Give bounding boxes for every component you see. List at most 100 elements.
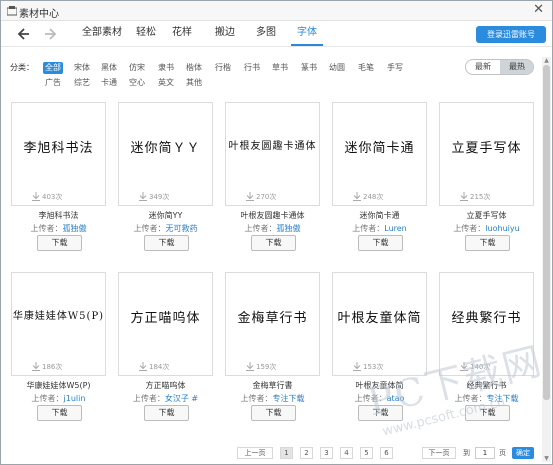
font-preview[interactable]: 金梅草行书 159次 [225, 272, 320, 376]
font-preview[interactable]: 立夏手写体 215次 [439, 102, 534, 206]
font-preview[interactable]: 叶根友童体简 153次 [332, 272, 427, 376]
uploader-name[interactable]: j1ulin [64, 394, 86, 403]
uploader-label: 上传者： [133, 224, 166, 233]
font-preview[interactable]: 华康娃娃体W5(P) 186次 [11, 272, 106, 376]
uploader-label: 上传者： [132, 394, 165, 403]
pagination-page[interactable]: 5 [360, 447, 373, 459]
uploader-name[interactable]: atao [387, 394, 405, 403]
uploader-name[interactable]: luohuiyu [485, 224, 519, 233]
category-fangsong[interactable]: 仿宋 [127, 62, 147, 74]
sort-hottest-button[interactable]: 最热 [500, 60, 533, 74]
uploader-name[interactable]: 专注下载 [487, 394, 519, 403]
download-button[interactable]: 下载 [465, 405, 510, 421]
category-lishu[interactable]: 隶书 [156, 62, 176, 74]
category-caoshu[interactable]: 草书 [270, 62, 290, 74]
uploader-name[interactable]: Luren [384, 224, 407, 233]
font-preview[interactable]: 迷你简ＹＹ 349次 [118, 102, 213, 206]
goto-page-input[interactable]: 1 [475, 447, 495, 459]
pagination-page[interactable]: 1 [280, 447, 293, 459]
tab-relaxed[interactable]: 轻松 [133, 21, 159, 46]
goto-confirm-button[interactable]: 确定 [512, 447, 534, 459]
download-count: 184次 [149, 363, 170, 371]
category-youyuan[interactable]: 幼圆 [327, 62, 347, 74]
download-count: 159次 [256, 363, 277, 371]
category-heiti[interactable]: 黑体 [99, 62, 119, 74]
close-icon[interactable]: ✕ [533, 3, 544, 17]
download-button[interactable]: 下载 [465, 235, 510, 251]
category-all[interactable]: 全部 [43, 62, 63, 74]
pagination-next[interactable]: 下一页 [422, 447, 456, 459]
uploader-name[interactable]: 专注下载 [273, 394, 305, 403]
download-count: 248次 [363, 193, 384, 201]
pagination-prev[interactable]: 上一页 [237, 447, 273, 459]
download-button[interactable]: 下载 [251, 235, 296, 251]
pagination-page[interactable]: 6 [380, 447, 393, 459]
download-count-icon [139, 192, 147, 201]
category-xingshu[interactable]: 行书 [242, 62, 262, 74]
font-uploader: 上传者：Luren [332, 223, 427, 234]
forward-arrow-icon[interactable] [42, 26, 58, 42]
top-navigation: 全部素材 轻松 花样 搬边 多图 字体 登录迅雷账号 [1, 21, 552, 47]
font-uploader: 上传者：无可救药 [118, 223, 213, 234]
font-preview[interactable]: 叶根友圆趣卡通体 270次 [225, 102, 320, 206]
download-button[interactable]: 下载 [144, 235, 189, 251]
font-preview[interactable]: 经典繁行书 140次 [439, 272, 534, 376]
material-center-window: 素材中心 ✕ 全部素材 轻松 花样 搬边 多图 字体 登录迅雷账号 分类： 全部… [0, 0, 553, 465]
pagination-page[interactable]: 2 [300, 447, 313, 459]
uploader-name[interactable]: 孤独傲 [63, 224, 87, 233]
scroll-up-icon[interactable]: ▲ [543, 57, 550, 64]
font-preview[interactable]: 迷你简卡通 248次 [332, 102, 427, 206]
font-sample-text: 迷你简卡通 [344, 141, 415, 156]
sort-newest-button[interactable]: 最新 [466, 60, 500, 74]
font-preview[interactable]: 李旭科书法 403次 [11, 102, 106, 206]
category-songti[interactable]: 宋体 [72, 62, 92, 74]
uploader-label: 上传者： [354, 394, 387, 403]
font-preview[interactable]: 方正喵呜体 184次 [118, 272, 213, 376]
font-name: 叶根友圆趣卡通体 [240, 211, 305, 220]
category-katong[interactable]: 卡通 [99, 77, 119, 89]
category-zhuanshu[interactable]: 篆书 [299, 62, 319, 74]
category-xingkai[interactable]: 行楷 [213, 62, 233, 74]
category-zongyi[interactable]: 综艺 [72, 77, 92, 89]
font-sample-text: 立夏手写体 [451, 141, 522, 156]
vertical-scrollbar[interactable]: ▲ ▼ [542, 57, 551, 462]
download-button[interactable]: 下载 [37, 235, 82, 251]
back-arrow-icon[interactable] [16, 26, 32, 42]
tab-multi-image[interactable]: 多图 [252, 21, 280, 46]
category-kaiti[interactable]: 楷体 [184, 62, 204, 74]
font-name: 迷你简YY [148, 211, 183, 220]
pagination-page[interactable]: 4 [340, 447, 353, 459]
download-count: 215次 [470, 193, 491, 201]
download-button[interactable]: 下载 [144, 405, 189, 421]
category-guanggao[interactable]: 广告 [43, 77, 63, 89]
font-sample-text: 叶根友圆趣卡通体 [228, 141, 317, 152]
pagination-page[interactable]: 3 [320, 447, 333, 459]
download-button[interactable]: 下载 [37, 405, 82, 421]
tab-patterns[interactable]: 花样 [169, 21, 195, 46]
download-count-icon [32, 192, 40, 201]
download-button[interactable]: 下载 [251, 405, 296, 421]
category-maobi[interactable]: 毛笔 [356, 62, 376, 74]
uploader-name[interactable]: 孤独傲 [277, 224, 301, 233]
tab-borders[interactable]: 搬边 [211, 21, 239, 46]
font-uploader: 上传者：luohuiyu [439, 223, 534, 234]
uploader-label: 上传者： [454, 394, 487, 403]
tab-all-materials[interactable]: 全部素材 [79, 21, 125, 46]
scroll-down-icon[interactable]: ▼ [543, 455, 550, 462]
download-button[interactable]: 下载 [358, 235, 403, 251]
uploader-name[interactable]: 女汉子 # [165, 394, 198, 403]
font-uploader: 上传者：孤独傲 [225, 223, 320, 234]
uploader-name[interactable]: 无可救药 [166, 224, 198, 233]
category-kongxin[interactable]: 空心 [127, 77, 147, 89]
font-uploader: 上传者：孤独傲 [11, 223, 106, 234]
font-sample-text: 李旭科书法 [23, 141, 94, 156]
download-count: 270次 [256, 193, 277, 201]
scroll-thumb[interactable] [543, 65, 550, 400]
font-name: 李旭科书法 [38, 211, 79, 220]
download-button[interactable]: 下载 [358, 405, 403, 421]
login-xunlei-button[interactable]: 登录迅雷账号 [476, 26, 546, 43]
category-english[interactable]: 英文 [156, 77, 176, 89]
tab-fonts[interactable]: 字体 [291, 21, 323, 46]
category-shouxie[interactable]: 手写 [385, 62, 405, 74]
category-other[interactable]: 其他 [184, 77, 204, 89]
